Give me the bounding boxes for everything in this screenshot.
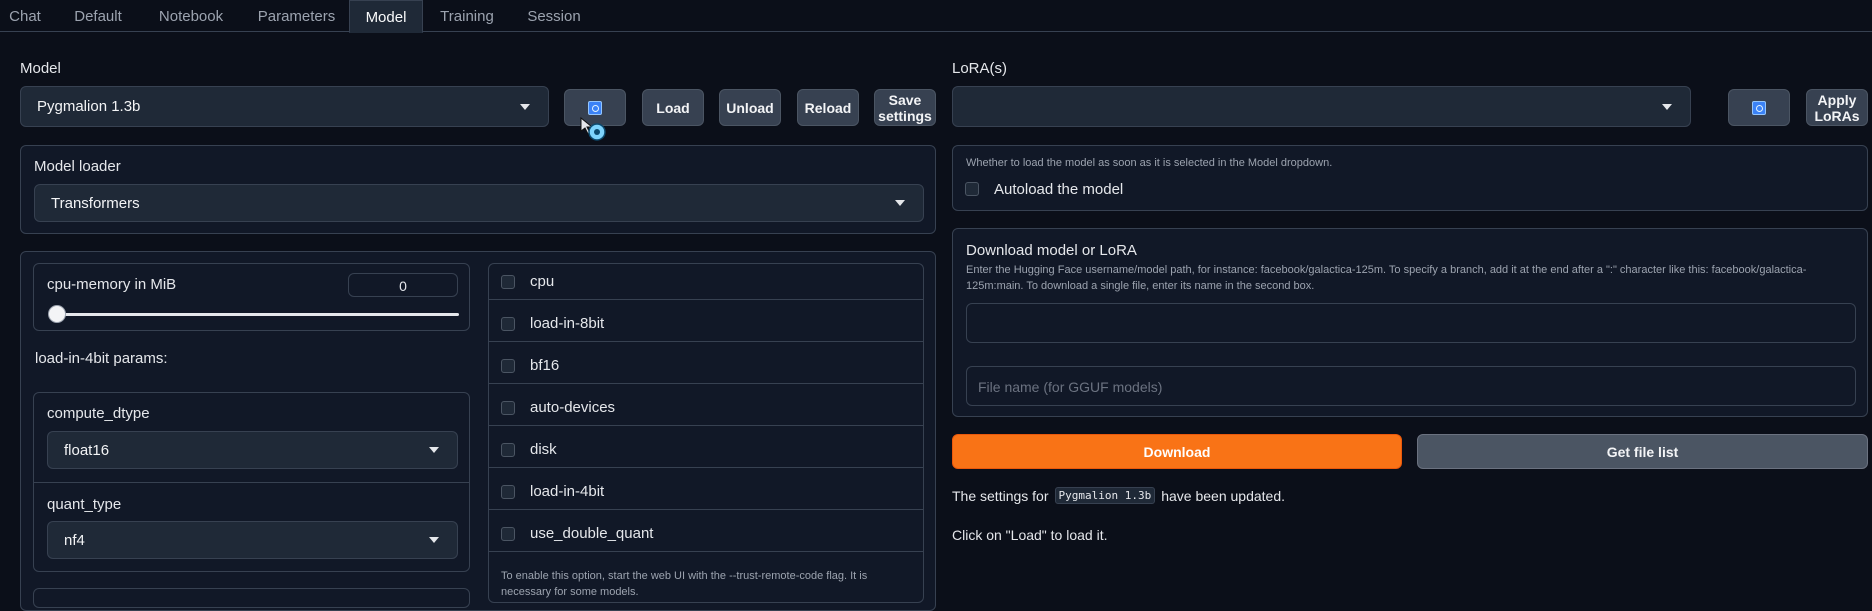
lora-dropdown[interactable] <box>952 86 1691 127</box>
model-loader-label: Model loader <box>34 158 121 175</box>
status-suffix: have been updated. <box>1161 487 1285 504</box>
quant-params-block: compute_dtype float16 quant_type nf4 <box>33 392 470 572</box>
lora-label: LoRA(s) <box>952 60 1008 77</box>
checkbox-row-cpu[interactable]: cpu <box>489 264 923 300</box>
load-button[interactable]: Load <box>642 89 704 126</box>
cpu-memory-slider-track[interactable] <box>51 313 459 316</box>
compute-dtype-value: float16 <box>64 441 110 459</box>
chevron-down-icon <box>429 537 439 543</box>
checkbox-row-load-in-4bit[interactable]: load-in-4bit <box>489 474 923 510</box>
checkbox-label: cpu <box>530 273 555 290</box>
tab-default[interactable]: Default <box>55 0 141 33</box>
checkbox-label: disk <box>530 441 557 458</box>
model-loader-value: Transformers <box>51 194 140 212</box>
refresh-icon <box>588 100 602 115</box>
divider <box>34 482 469 483</box>
checkbox-row-use-double-quant[interactable]: use_double_quant <box>489 516 923 552</box>
tab-training[interactable]: Training <box>428 0 506 33</box>
checkbox-label: load-in-8bit <box>530 315 605 332</box>
autoload-label: Autoload the model <box>994 180 1124 198</box>
quant-type-dropdown[interactable]: nf4 <box>47 521 458 559</box>
model-label: Model <box>20 60 61 77</box>
save-settings-label-1: Save <box>888 91 922 108</box>
checkbox-cpu[interactable] <box>501 274 515 289</box>
quant-type-label: quant_type <box>47 496 122 513</box>
autoload-checkbox[interactable] <box>965 182 979 196</box>
save-settings-label-2: settings <box>878 107 932 124</box>
checkbox-row-disk[interactable]: disk <box>489 432 923 468</box>
autoload-info: Whether to load the model as soon as it … <box>966 157 1333 169</box>
model-path-input[interactable] <box>966 303 1856 343</box>
params-block-below <box>33 588 470 608</box>
cursor-icon <box>579 116 606 144</box>
checkbox-label: bf16 <box>530 357 560 374</box>
flags-block: cpu load-in-8bit bf16 auto-devices disk … <box>488 263 924 603</box>
status-line-2: Click on "Load" to load it. <box>952 527 1108 543</box>
tab-parameters[interactable]: Parameters <box>243 0 350 33</box>
refresh-loras-button[interactable] <box>1728 89 1790 126</box>
load-in-4bit-params-label: load-in-4bit params: <box>35 350 168 367</box>
checkbox-row-auto-devices[interactable]: auto-devices <box>489 390 923 426</box>
autoload-checkbox-row[interactable]: Autoload the model <box>953 174 1123 204</box>
checkbox-row-bf16[interactable]: bf16 <box>489 348 923 384</box>
model-dropdown[interactable]: Pygmalion 1.3b <box>20 86 549 127</box>
tab-chat[interactable]: Chat <box>0 0 50 33</box>
chevron-down-icon <box>1662 103 1672 110</box>
trust-remote-code-note: To enable this option, start the web UI … <box>501 570 868 598</box>
chevron-down-icon <box>429 447 439 453</box>
apply-loras-button[interactable]: Apply LoRAs <box>1806 89 1868 126</box>
quant-type-value: nf4 <box>64 531 85 549</box>
download-title: Download model or LoRA <box>966 242 1137 259</box>
cpu-memory-slider-handle[interactable] <box>48 305 66 323</box>
tab-notebook[interactable]: Notebook <box>144 0 238 33</box>
compute-dtype-label: compute_dtype <box>47 405 150 422</box>
file-name-input[interactable]: File name (for GGUF models) <box>966 366 1856 406</box>
file-name-placeholder: File name (for GGUF models) <box>978 379 1163 395</box>
model-dropdown-value: Pygmalion 1.3b <box>37 98 141 115</box>
cpu-memory-label: cpu-memory in MiB <box>47 276 177 293</box>
download-panel: Download model or LoRA Enter the Hugging… <box>952 228 1868 417</box>
apply-loras-label-1: Apply <box>1817 91 1857 108</box>
checkbox-label: use_double_quant <box>530 525 654 542</box>
unload-button[interactable]: Unload <box>719 89 781 126</box>
checkbox-auto-devices[interactable] <box>501 400 515 415</box>
checkbox-row-load-in-8bit[interactable]: load-in-8bit <box>489 306 923 342</box>
model-loader-panel: Model loader Transformers <box>20 145 936 234</box>
checkbox-load-in-4bit[interactable] <box>501 484 515 499</box>
compute-dtype-dropdown[interactable]: float16 <box>47 431 458 469</box>
download-button[interactable]: Download <box>952 434 1402 469</box>
checkbox-label: auto-devices <box>530 399 616 416</box>
checkbox-bf16[interactable] <box>501 358 515 373</box>
chevron-down-icon <box>520 103 530 110</box>
apply-loras-label-2: LoRAs <box>1814 107 1860 124</box>
tab-bar: Chat Default Notebook Parameters Model T… <box>0 0 1872 33</box>
model-loader-dropdown[interactable]: Transformers <box>34 184 924 222</box>
download-info: Enter the Hugging Face username/model pa… <box>966 264 1807 292</box>
cpu-memory-block: cpu-memory in MiB 0 <box>33 263 470 331</box>
checkbox-disk[interactable] <box>501 442 515 457</box>
status-line-1: The settings for Pygmalion 1.3b have bee… <box>952 487 1285 504</box>
checkbox-load-in-8bit[interactable] <box>501 316 515 331</box>
autoload-panel: Whether to load the model as soon as it … <box>952 145 1868 211</box>
get-file-list-button[interactable]: Get file list <box>1417 434 1868 469</box>
status-model-code: Pygmalion 1.3b <box>1054 487 1156 504</box>
chevron-down-icon <box>895 200 905 206</box>
tab-session[interactable]: Session <box>518 0 590 33</box>
checkbox-use-double-quant[interactable] <box>501 526 515 541</box>
status-prefix: The settings for <box>952 487 1049 504</box>
refresh-icon <box>1752 100 1766 115</box>
checkbox-label: load-in-4bit <box>530 483 605 500</box>
cpu-memory-input[interactable]: 0 <box>348 273 458 297</box>
reload-button[interactable]: Reload <box>797 89 859 126</box>
save-settings-button[interactable]: Save settings <box>874 89 936 126</box>
tab-model[interactable]: Model <box>349 0 423 33</box>
